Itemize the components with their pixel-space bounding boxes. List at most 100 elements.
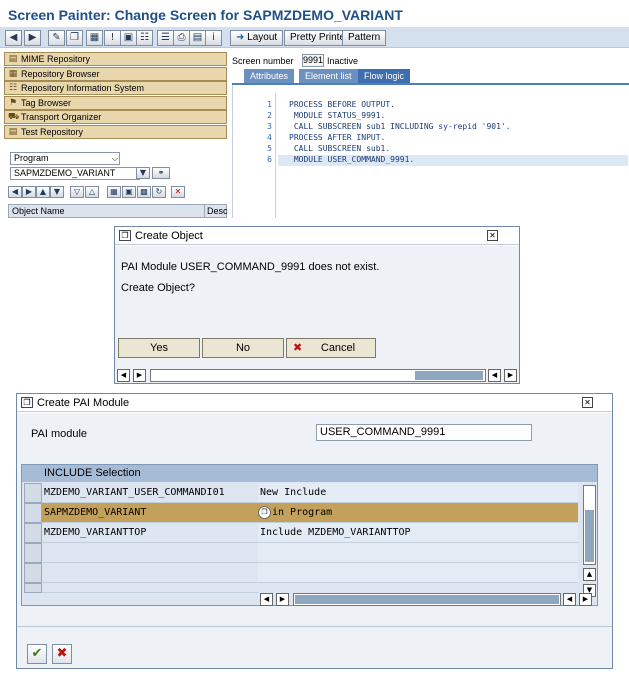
chevron-down-icon[interactable]: ▼ xyxy=(136,167,150,179)
object-navigator: ▤ MIME Repository ▦ Repository Browser ☷… xyxy=(4,50,228,220)
row-selector[interactable] xyxy=(24,523,42,543)
scroll-left-icon[interactable]: ◀ xyxy=(260,593,273,606)
info-box-icon[interactable]: i xyxy=(205,30,222,46)
scroll-thumb[interactable] xyxy=(585,510,594,562)
layout-box-icon[interactable]: ▣ xyxy=(120,30,137,46)
hierarchy-icon[interactable]: ▦ xyxy=(86,30,103,46)
scroll-up-icon[interactable]: ▲ xyxy=(583,568,596,581)
dialog-body: PAI Module USER_COMMAND_9991 does not ex… xyxy=(115,246,519,383)
scroll-left-icon[interactable]: ◀ xyxy=(563,593,576,606)
layout-icon[interactable]: ▣ xyxy=(122,186,136,198)
nav-label: Repository Information System xyxy=(21,83,145,93)
close-icon[interactable]: ✕ xyxy=(582,397,593,408)
code-line[interactable]: MODULE STATUS_9991. xyxy=(289,111,386,120)
cancel-icon[interactable]: ✖ xyxy=(52,644,72,664)
nav-repository-browser[interactable]: ▦ Repository Browser xyxy=(4,67,227,81)
horizontal-scrollbar[interactable]: ◀ ▶ ◀ ▶ xyxy=(117,369,517,382)
scroll-right-icon[interactable]: ▶ xyxy=(276,593,289,606)
nav-tag-browser[interactable]: ⚑ Tag Browser xyxy=(4,96,227,110)
object-type-value: Program xyxy=(14,153,49,163)
no-button[interactable]: No xyxy=(202,338,284,358)
scroll-right-icon[interactable]: ▶ xyxy=(504,369,517,382)
nav-repository-info-system[interactable]: ☷ Repository Information System xyxy=(4,81,227,95)
screen-number-field[interactable]: 9991 xyxy=(302,54,324,67)
tab-element-list[interactable]: Element list xyxy=(299,69,358,83)
include-cell[interactable] xyxy=(42,563,258,583)
dropdown-icon[interactable]: ⌵ xyxy=(112,153,118,164)
title-bar: Screen Painter: Change Screen for SAPMZD… xyxy=(0,0,629,28)
tab-attributes[interactable]: Attributes xyxy=(244,69,295,83)
close-icon[interactable]: ✕ xyxy=(487,230,498,241)
table-row[interactable] xyxy=(22,543,580,563)
scroll-track[interactable] xyxy=(293,593,561,606)
table-row[interactable] xyxy=(22,563,580,583)
back-icon[interactable]: ◀ xyxy=(8,186,22,198)
row-selector[interactable] xyxy=(24,583,42,593)
scroll-right-icon[interactable]: ▶ xyxy=(133,369,146,382)
nav-test-repository[interactable]: ▤ Test Repository xyxy=(4,125,227,139)
refresh-icon[interactable]: ↻ xyxy=(152,186,166,198)
up-icon[interactable]: ▲ xyxy=(36,186,50,198)
cancel-button[interactable]: ✖ Cancel xyxy=(286,338,376,358)
include-cell[interactable] xyxy=(42,583,258,593)
include-cell[interactable]: MZDEMO_VARIANT_USER_COMMANDI01 xyxy=(42,483,258,503)
code-line[interactable]: PROCESS AFTER INPUT. xyxy=(289,133,385,142)
structure-icon[interactable]: ☷ xyxy=(136,30,153,46)
include-cell[interactable]: SAPMZDEMO_VARIANT xyxy=(42,503,258,523)
info-icon[interactable]: ! xyxy=(104,30,121,46)
code-line[interactable]: PROCESS BEFORE OUTPUT. xyxy=(289,100,395,109)
scroll-track[interactable] xyxy=(150,369,486,382)
tree-icon[interactable]: ☰ xyxy=(157,30,174,46)
collapse-icon[interactable]: △ xyxy=(85,186,99,198)
scroll-track[interactable] xyxy=(583,485,596,565)
horizontal-scrollbar[interactable]: ◀ ▶ ◀ ▶ xyxy=(260,593,592,606)
nav-mime-repository[interactable]: ▤ MIME Repository xyxy=(4,52,227,66)
vertical-scrollbar[interactable]: ▲ ▼ xyxy=(581,483,597,604)
arrow-right-icon[interactable]: ▶ xyxy=(24,30,41,46)
object-type-select[interactable]: Program ⌵ xyxy=(10,152,120,165)
column-desc[interactable]: Desc xyxy=(204,205,228,217)
scroll-right-icon[interactable]: ▶ xyxy=(579,593,592,606)
pattern-button[interactable]: Pattern xyxy=(342,30,387,46)
save-icon[interactable]: ▩ xyxy=(137,186,151,198)
object-name-input[interactable]: SAPMZDEMO_VARIANT xyxy=(10,167,140,180)
forward-icon[interactable]: ▶ xyxy=(22,186,36,198)
scroll-thumb[interactable] xyxy=(295,595,559,604)
row-selector[interactable] xyxy=(24,483,42,503)
scroll-thumb[interactable] xyxy=(415,371,483,380)
scroll-left-icon[interactable]: ◀ xyxy=(488,369,501,382)
nav-label: MIME Repository xyxy=(21,54,91,64)
table-row-selected[interactable]: SAPMZDEMO_VARIANT ❐ in Program xyxy=(22,503,580,523)
column-object-name[interactable]: Object Name xyxy=(12,205,65,217)
table-row[interactable]: MZDEMO_VARIANT_USER_COMMANDI01 New Inclu… xyxy=(22,483,580,503)
pai-module-field[interactable]: USER_COMMAND_9991 xyxy=(316,424,532,441)
filter-icon[interactable]: ▽ xyxy=(70,186,84,198)
tab-flow-logic[interactable]: Flow logic xyxy=(358,69,411,83)
pencil-icon[interactable]: ✎ xyxy=(48,30,65,46)
row-selector[interactable] xyxy=(24,563,42,583)
yes-button[interactable]: Yes xyxy=(118,338,200,358)
tag-icon: ⚑ xyxy=(8,98,18,108)
layout-button[interactable]: ➜ Layout xyxy=(230,30,284,46)
arrow-left-icon[interactable]: ◀ xyxy=(5,30,22,46)
checkmark-icon[interactable]: ✔ xyxy=(27,644,47,664)
object-list-icon[interactable]: ▤ xyxy=(189,30,206,46)
line-number-gutter: 1 2 3 4 5 6 xyxy=(236,93,276,218)
row-selector[interactable] xyxy=(24,503,42,523)
copy-icon[interactable]: ❐ xyxy=(66,30,83,46)
hierarchy-icon[interactable]: ▦ xyxy=(107,186,121,198)
code-line[interactable]: CALL SUBSCREEN sub1 INCLUDING sy-repid '… xyxy=(289,122,511,131)
code-line[interactable]: CALL SUBSCREEN sub1. xyxy=(289,144,390,153)
scroll-left-icon[interactable]: ◀ xyxy=(117,369,130,382)
include-cell[interactable] xyxy=(42,543,258,563)
print-icon[interactable]: ⎙ xyxy=(173,30,190,46)
nav-transport-organizer[interactable]: ⛟ Transport Organizer xyxy=(4,110,227,124)
table-row[interactable] xyxy=(22,583,580,593)
include-cell[interactable]: MZDEMO_VARIANTTOP xyxy=(42,523,258,543)
row-selector[interactable] xyxy=(24,543,42,563)
table-row[interactable]: MZDEMO_VARIANTTOP Include MZDEMO_VARIANT… xyxy=(22,523,580,543)
code-line[interactable]: MODULE USER_COMMAND_9991. xyxy=(289,155,414,164)
close-icon[interactable]: ✕ xyxy=(171,186,185,198)
down-icon[interactable]: ▼ xyxy=(50,186,64,198)
display-glasses-icon[interactable]: ⚭ xyxy=(152,167,170,179)
